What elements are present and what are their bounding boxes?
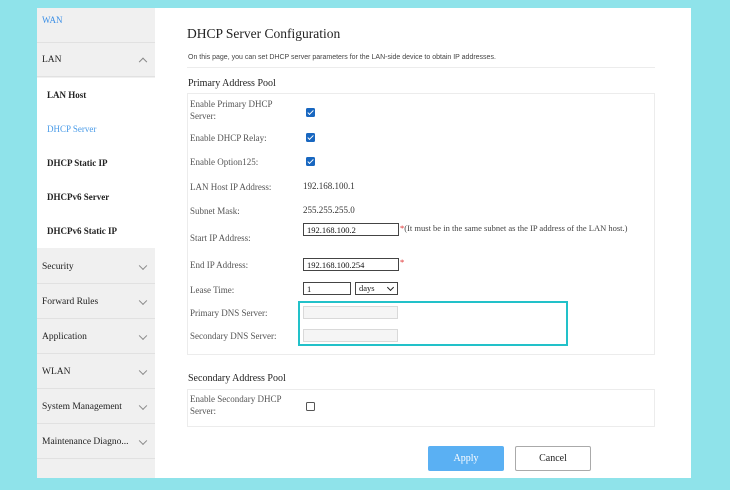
- sidebar-item-wlan[interactable]: WLAN: [37, 355, 155, 389]
- sidebar-item-label: Maintenance Diagno...: [42, 436, 129, 447]
- divider: [187, 389, 655, 390]
- sidebar-subitem-dhcp-server[interactable]: DHCP Server: [37, 112, 155, 146]
- sidebar-subitem-label: DHCP Server: [47, 124, 97, 134]
- start-ip-note: *(It must be in the same subnet as the I…: [400, 223, 645, 234]
- sidebar-item-system-management[interactable]: System Management: [37, 390, 155, 424]
- sidebar-item-label: Application: [42, 331, 87, 342]
- sidebar-item-maintenance-diagnosis[interactable]: Maintenance Diagno...: [37, 425, 155, 459]
- divider: [654, 389, 655, 426]
- chevron-down-icon: [138, 436, 148, 445]
- start-ip-input[interactable]: [303, 223, 399, 236]
- sidebar-subitem-label: DHCP Static IP: [47, 158, 108, 168]
- lan-host-ip-value: 192.168.100.1: [303, 181, 355, 191]
- end-ip-label: End IP Address:: [190, 260, 249, 270]
- router-config-window: WAN LAN LAN Host DHCP Server DHCP Static…: [37, 8, 691, 478]
- page-title: DHCP Server Configuration: [187, 26, 341, 41]
- enable-primary-dhcp-checkbox[interactable]: [306, 108, 315, 117]
- start-ip-label: Start IP Address:: [190, 233, 251, 243]
- lease-unit-select[interactable]: days: [355, 282, 398, 295]
- start-ip-note-text: (It must be in the same subnet as the IP…: [404, 223, 628, 233]
- section-title-primary: Primary Address Pool: [188, 78, 276, 89]
- enable-option125-checkbox[interactable]: [306, 157, 315, 166]
- sidebar-item-label: Security: [42, 261, 74, 272]
- end-ip-input[interactable]: [303, 258, 399, 271]
- enable-option125-label: Enable Option125:: [190, 157, 259, 167]
- enable-secondary-dhcp-label: Enable Secondary DHCP Server:: [190, 394, 282, 416]
- section-title-secondary: Secondary Address Pool: [188, 373, 286, 384]
- page-description: On this page, you can set DHCP server pa…: [188, 54, 496, 61]
- end-ip-required: *: [400, 257, 404, 268]
- subnet-mask-label: Subnet Mask:: [190, 206, 240, 216]
- lease-time-label: Lease Time:: [190, 285, 235, 295]
- sidebar-item-label: WLAN: [42, 366, 71, 377]
- enable-dhcp-relay-label: Enable DHCP Relay:: [190, 133, 267, 143]
- cancel-button[interactable]: Cancel: [515, 446, 591, 471]
- sidebar-subitem-label: DHCPv6 Static IP: [47, 226, 117, 236]
- divider: [654, 93, 655, 355]
- required-mark: *: [400, 257, 405, 267]
- lease-time-input[interactable]: [303, 282, 351, 295]
- chevron-down-icon: [138, 331, 148, 340]
- secondary-dns-label: Secondary DNS Server:: [190, 331, 277, 341]
- lan-host-ip-label: LAN Host IP Address:: [190, 182, 272, 192]
- sidebar-subitem-label: DHCPv6 Server: [47, 192, 110, 202]
- sidebar-item-wan[interactable]: WAN: [37, 8, 155, 43]
- sidebar-item-security[interactable]: Security: [37, 250, 155, 284]
- divider: [187, 389, 188, 426]
- sidebar-subitem-dhcpv6-static-ip[interactable]: DHCPv6 Static IP: [37, 214, 155, 248]
- chevron-up-icon: [138, 57, 148, 66]
- sidebar-subitem-dhcp-static-ip[interactable]: DHCP Static IP: [37, 146, 155, 180]
- sidebar-item-forward-rules[interactable]: Forward Rules: [37, 285, 155, 319]
- sidebar-item-label: Forward Rules: [42, 296, 99, 307]
- sidebar-item-label: LAN: [42, 54, 62, 65]
- chevron-down-icon: [138, 261, 148, 270]
- sidebar: WAN LAN LAN Host DHCP Server DHCP Static…: [37, 8, 155, 478]
- sidebar-subitem-dhcpv6-server[interactable]: DHCPv6 Server: [37, 180, 155, 214]
- divider: [187, 93, 655, 94]
- sidebar-item-application[interactable]: Application: [37, 320, 155, 354]
- chevron-down-icon: [138, 366, 148, 375]
- divider: [187, 426, 655, 427]
- enable-secondary-dhcp-checkbox[interactable]: [306, 402, 315, 411]
- main-content: DHCP Server Configuration On this page, …: [155, 8, 691, 478]
- divider: [187, 354, 655, 355]
- dns-highlight-box: [298, 301, 568, 346]
- enable-dhcp-relay-checkbox[interactable]: [306, 133, 315, 142]
- divider: [187, 93, 188, 355]
- sidebar-subitem-label: LAN Host: [47, 90, 87, 100]
- chevron-down-icon: [138, 401, 148, 410]
- sidebar-subitem-lan-host[interactable]: LAN Host: [37, 78, 155, 112]
- sidebar-item-lan[interactable]: LAN: [37, 43, 155, 77]
- apply-button[interactable]: Apply: [428, 446, 504, 471]
- sidebar-item-label: System Management: [42, 401, 122, 412]
- lease-unit-value: days: [359, 283, 375, 293]
- chevron-down-icon: [138, 296, 148, 305]
- enable-primary-dhcp-label: Enable Primary DHCP Server:: [190, 99, 273, 121]
- chevron-down-icon: [386, 283, 395, 292]
- divider: [187, 67, 655, 68]
- subnet-mask-value: 255.255.255.0: [303, 205, 355, 215]
- sidebar-item-label: WAN: [42, 15, 63, 25]
- primary-dns-label: Primary DNS Server:: [190, 308, 268, 318]
